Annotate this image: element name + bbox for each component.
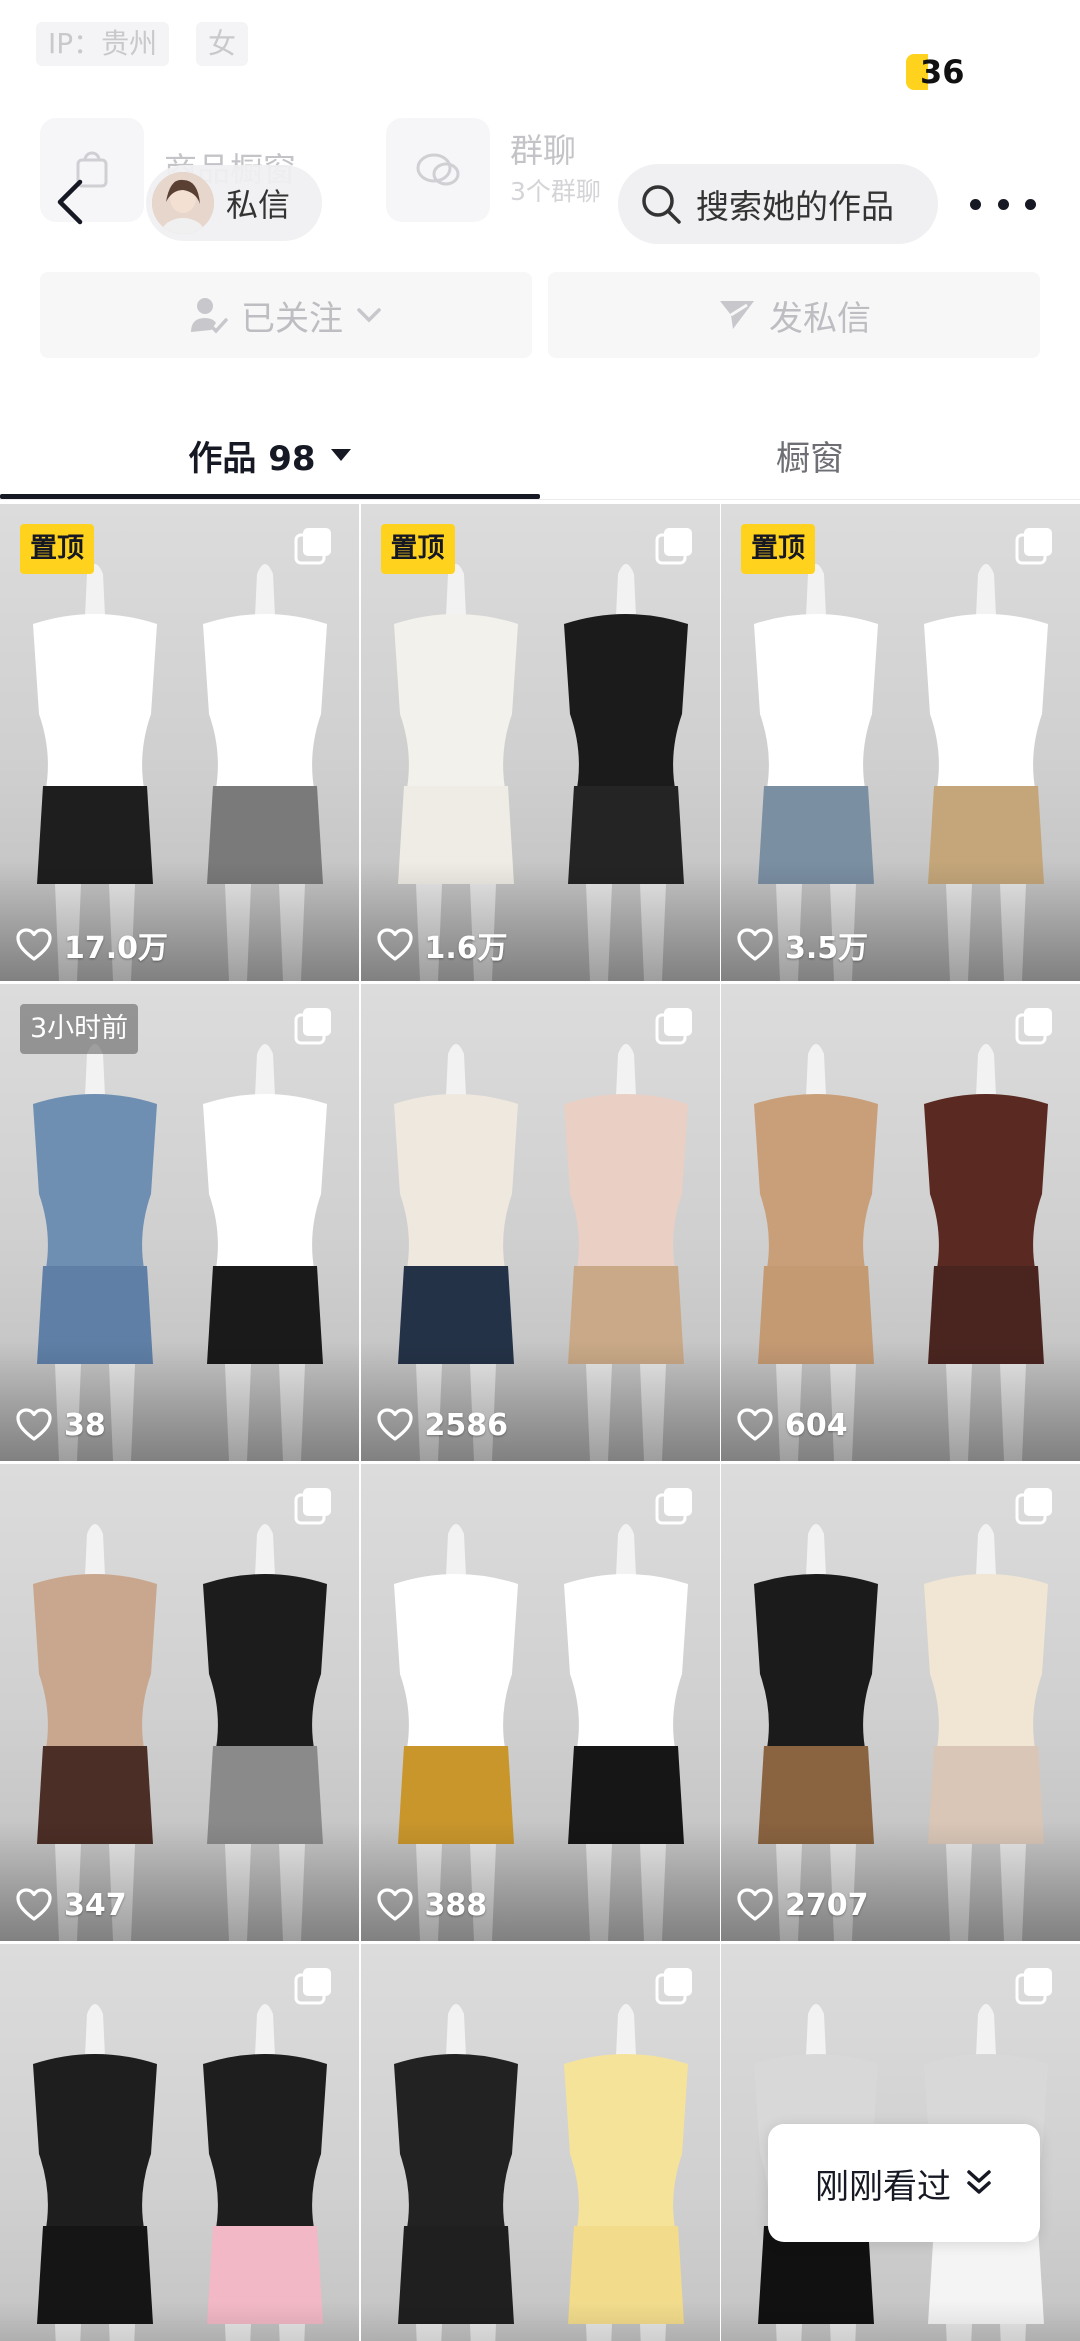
chat-bubble-icon — [386, 118, 490, 222]
pinned-badge: 置顶 — [20, 524, 94, 574]
like-count-value: 2586 — [424, 1407, 509, 1443]
multi-image-icon — [294, 1008, 331, 1045]
person-check-icon — [191, 298, 228, 334]
followed-label: 已关注 — [241, 298, 343, 339]
battery-indicator: 36 — [906, 52, 965, 92]
followed-button[interactable]: 已关注 — [40, 272, 532, 358]
work-tile[interactable] — [360, 1944, 720, 2341]
works-grid: 置顶 17.0万 置顶 1.6万 置顶 3.5万 3小时前 38 2586 604 347 388 27… — [0, 504, 1080, 2341]
search-works-label: 搜索她的作品 — [696, 187, 894, 226]
multi-image-icon — [655, 1968, 692, 2005]
heart-icon — [16, 1408, 52, 1441]
like-count-value: 2707 — [785, 1887, 869, 1923]
heart-icon — [376, 1408, 413, 1441]
outfit-thumbnail — [393, 564, 688, 981]
like-count-value: 17.0万 — [64, 931, 169, 966]
work-tile[interactable]: 2707 — [721, 1464, 1080, 1941]
like-count: 388 — [376, 1885, 488, 1925]
chevron-left-icon — [57, 179, 83, 225]
heart-icon — [16, 1888, 52, 1921]
group-chat-shortcut[interactable]: 群聊 3个群聊 — [386, 118, 601, 222]
back-button[interactable] — [44, 172, 94, 232]
like-count-value: 3.5万 — [785, 931, 869, 966]
multi-image-icon — [1015, 528, 1052, 565]
ip-location-tag: IP：贵州 — [36, 22, 170, 66]
multi-image-icon — [1015, 1488, 1052, 1525]
work-tile[interactable]: 置顶 3.5万 — [721, 504, 1080, 981]
pinned-badge: 置顶 — [741, 524, 815, 574]
private-message-button[interactable]: 私信 — [146, 165, 322, 241]
multi-image-icon — [1015, 1008, 1052, 1045]
like-count: 3.5万 — [737, 925, 869, 966]
work-tile[interactable]: 置顶 17.0万 — [0, 504, 359, 981]
heart-icon — [376, 928, 413, 961]
like-count: 2707 — [737, 1885, 869, 1925]
pinned-badge: 置顶 — [380, 524, 455, 574]
work-tile[interactable]: 347 — [0, 1464, 359, 1941]
outfit-thumbnail — [393, 1044, 688, 1461]
work-tile[interactable]: 3小时前 38 — [0, 984, 359, 1461]
outfit-thumbnail — [754, 1524, 1048, 1941]
like-count: 2586 — [376, 1405, 509, 1445]
send-message-label: 发私信 — [769, 298, 871, 339]
multi-image-icon — [294, 528, 331, 565]
outfit-thumbnail — [393, 1524, 688, 1941]
chevron-down-icon — [357, 308, 381, 323]
tab-showcase-label: 橱窗 — [776, 438, 844, 479]
heart-icon — [737, 1888, 773, 1921]
outfit-thumbnail — [33, 564, 327, 981]
multi-image-icon — [294, 1968, 331, 2005]
heart-icon — [376, 1888, 413, 1921]
work-tile[interactable]: 置顶 1.6万 — [360, 504, 720, 981]
outfit-thumbnail — [754, 564, 1048, 981]
like-count-value: 38 — [64, 1407, 106, 1443]
send-icon — [720, 301, 754, 329]
double-chevron-down-icon — [967, 2170, 991, 2194]
outfit-thumbnail — [33, 1524, 327, 1941]
private-message-label: 私信 — [226, 186, 291, 224]
outfit-thumbnail — [754, 1044, 1048, 1461]
like-count: 347 — [16, 1885, 127, 1925]
search-works-button[interactable]: 搜索她的作品 — [618, 164, 938, 244]
work-tile[interactable]: 604 — [721, 984, 1080, 1461]
search-icon — [642, 185, 681, 224]
work-tile[interactable] — [0, 1944, 359, 2341]
send-message-button[interactable]: 发私信 — [548, 272, 1040, 358]
more-button[interactable] — [970, 186, 1036, 222]
work-tile[interactable]: 388 — [360, 1464, 720, 1941]
posted-time-badge: 3小时前 — [20, 1004, 139, 1054]
heart-icon — [16, 928, 52, 961]
heart-icon — [737, 928, 773, 961]
recently-viewed-label: 刚刚看过 — [815, 2166, 951, 2207]
tab-divider — [0, 499, 1080, 500]
heart-icon — [737, 1408, 773, 1441]
work-tile[interactable]: 2586 — [360, 984, 720, 1461]
more-icon — [970, 198, 981, 210]
group-chat-title: 群聊 — [510, 131, 576, 170]
outfit-thumbnail — [33, 1044, 327, 1461]
tab-showcase[interactable]: 橱窗 — [540, 420, 1080, 490]
gender-tag: 女 — [196, 22, 249, 66]
tab-works[interactable]: 作品 98 — [0, 420, 540, 490]
multi-image-icon — [294, 1488, 331, 1525]
multi-image-icon — [1015, 1968, 1052, 2005]
recently-viewed-button[interactable]: 刚刚看过 — [768, 2124, 1040, 2242]
like-count: 17.0万 — [16, 925, 169, 966]
like-count-value: 1.6万 — [424, 931, 508, 966]
tab-works-label: 作品 98 — [188, 438, 316, 479]
multi-image-icon — [655, 1488, 692, 1525]
like-count-value: 604 — [785, 1407, 848, 1443]
multi-image-icon — [655, 528, 692, 565]
like-count: 1.6万 — [376, 925, 508, 966]
multi-image-icon — [655, 1008, 692, 1045]
like-count-value: 347 — [64, 1887, 127, 1923]
caret-down-icon — [330, 449, 351, 461]
avatar — [152, 172, 214, 234]
group-chat-subtitle: 3个群聊 — [510, 177, 601, 206]
like-count-value: 388 — [424, 1887, 488, 1923]
like-count: 38 — [16, 1405, 106, 1445]
like-count: 604 — [737, 1405, 848, 1445]
